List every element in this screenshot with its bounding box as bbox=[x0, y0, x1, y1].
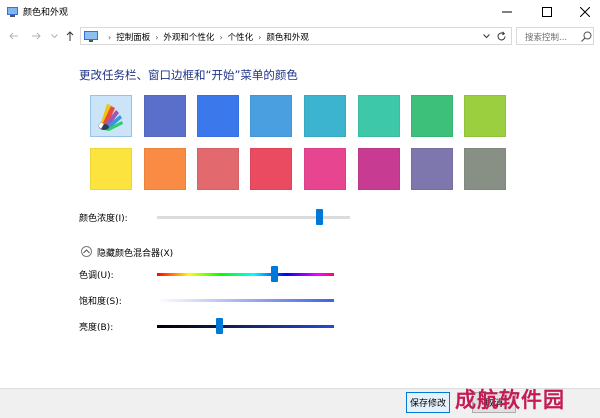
saturation-slider-track[interactable] bbox=[157, 299, 350, 302]
brightness-slider-thumb[interactable] bbox=[216, 318, 223, 334]
breadcrumb: › 控制面板 › 外观和个性化 › 个性化 › 颜色和外观 bbox=[103, 30, 309, 44]
navigation-bar: › 控制面板 › 外观和个性化 › 个性化 › 颜色和外观 bbox=[0, 24, 600, 48]
brightness-label: 亮度(B): bbox=[79, 323, 114, 333]
maximize-icon bbox=[542, 7, 552, 17]
color-swatch[interactable] bbox=[90, 148, 132, 190]
recent-locations-button[interactable] bbox=[48, 30, 60, 42]
watermark-text: 成航软件园 bbox=[455, 387, 565, 412]
intensity-slider-thumb[interactable] bbox=[315, 209, 323, 225]
breadcrumb-item[interactable]: 控制面板 bbox=[116, 31, 150, 43]
save-changes-button[interactable]: 保存修改 bbox=[406, 392, 450, 413]
search-input[interactable]: 搜索控制... bbox=[516, 27, 594, 45]
breadcrumb-separator-icon[interactable]: › bbox=[258, 33, 261, 42]
search-icon[interactable] bbox=[581, 31, 592, 42]
address-bar[interactable]: › 控制面板 › 外观和个性化 › 个性化 › 颜色和外观 bbox=[80, 27, 512, 45]
control-panel-icon bbox=[7, 7, 18, 17]
hue-slider-thumb[interactable] bbox=[271, 266, 278, 282]
search-placeholder: 搜索控制... bbox=[525, 33, 568, 43]
color-swatch[interactable] bbox=[358, 148, 400, 190]
arrow-right-icon bbox=[32, 32, 41, 40]
page-heading: 更改任务栏、窗口边框和“开始”菜单的颜色 bbox=[79, 68, 298, 82]
close-button[interactable] bbox=[566, 0, 600, 24]
color-swatch[interactable] bbox=[304, 95, 346, 137]
color-swatch[interactable] bbox=[304, 148, 346, 190]
up-button[interactable] bbox=[64, 30, 76, 42]
color-swatch[interactable] bbox=[250, 148, 292, 190]
chevron-down-icon bbox=[482, 33, 490, 38]
color-swatch[interactable] bbox=[358, 95, 400, 137]
color-swatch[interactable] bbox=[464, 95, 506, 137]
color-swatch[interactable] bbox=[197, 148, 239, 190]
color-swatch-automatic[interactable] bbox=[90, 95, 132, 137]
color-swatch[interactable] bbox=[411, 95, 453, 137]
hue-slider-track[interactable] bbox=[157, 273, 350, 276]
minimize-icon bbox=[502, 11, 512, 13]
breadcrumb-separator-icon[interactable]: › bbox=[219, 33, 222, 42]
mixer-toggle-label[interactable]: 隐藏颜色混合器(X) bbox=[97, 246, 173, 259]
chevron-down-icon bbox=[50, 33, 58, 38]
breadcrumb-separator-icon: › bbox=[108, 32, 112, 42]
refresh-button[interactable] bbox=[494, 29, 508, 43]
title-bar: 颜色和外观 bbox=[0, 0, 600, 24]
chevron-up-icon bbox=[83, 249, 90, 254]
refresh-icon bbox=[497, 30, 505, 40]
hue-label: 色调(U): bbox=[79, 271, 114, 281]
control-panel-icon bbox=[84, 31, 98, 42]
color-swatch[interactable] bbox=[144, 148, 186, 190]
color-swatch[interactable] bbox=[250, 95, 292, 137]
breadcrumb-separator-icon[interactable]: › bbox=[155, 33, 158, 42]
color-swatch[interactable] bbox=[144, 95, 186, 137]
color-swatch[interactable] bbox=[464, 148, 506, 190]
minimize-button[interactable] bbox=[488, 0, 526, 24]
address-history-button[interactable] bbox=[480, 24, 492, 48]
close-icon bbox=[580, 7, 590, 17]
color-swatch[interactable] bbox=[411, 148, 453, 190]
breadcrumb-item[interactable]: 颜色和外观 bbox=[266, 31, 309, 43]
breadcrumb-item[interactable]: 个性化 bbox=[228, 31, 254, 43]
maximize-button[interactable] bbox=[528, 0, 566, 24]
breadcrumb-item[interactable]: 外观和个性化 bbox=[163, 31, 214, 43]
arrow-up-icon bbox=[66, 30, 74, 41]
brightness-slider-track[interactable] bbox=[157, 325, 350, 328]
color-swatch[interactable] bbox=[197, 95, 239, 137]
color-palette-icon bbox=[97, 104, 123, 131]
obscured-region bbox=[334, 236, 600, 336]
arrow-left-icon bbox=[9, 32, 18, 40]
saturation-label: 饱和度(S): bbox=[79, 297, 122, 307]
window-title: 颜色和外观 bbox=[23, 8, 69, 18]
intensity-label: 颜色浓度(I): bbox=[79, 214, 128, 224]
back-button[interactable] bbox=[8, 30, 20, 42]
forward-button[interactable] bbox=[30, 30, 42, 42]
collapse-mixer-button[interactable] bbox=[81, 246, 92, 257]
